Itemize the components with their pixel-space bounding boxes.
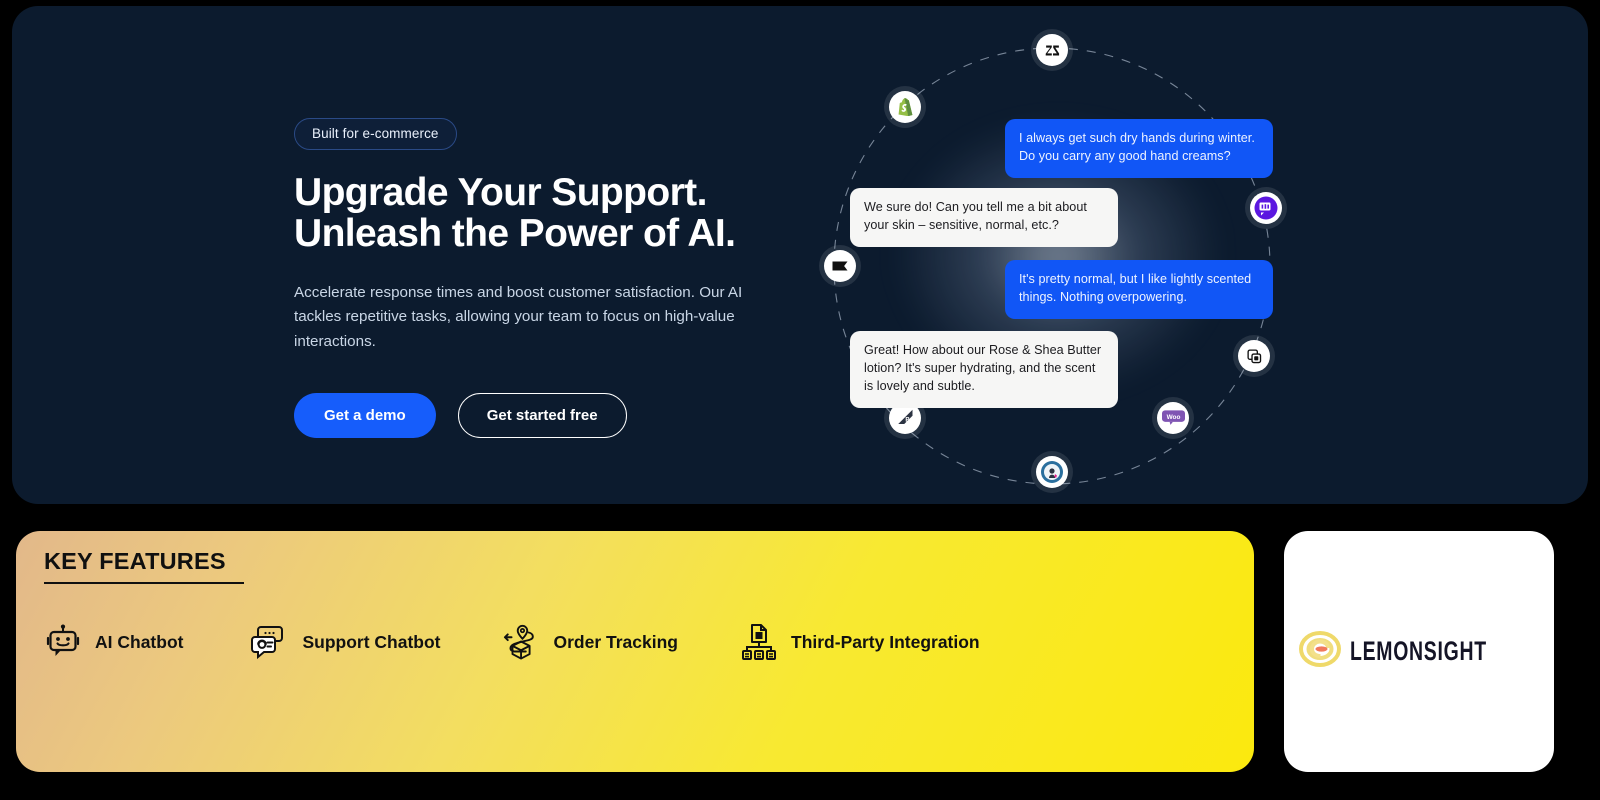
hero-subcopy: Accelerate response times and boost cust… [294,283,743,350]
integration-orbit: B Woo I always get such dry hands during… [812,6,1312,504]
key-features-underline [44,582,244,584]
svg-text:B: B [905,417,910,423]
feature-label: Order Tracking [553,631,679,652]
feature-list: AI Chatbot Support Chatbot Order Trackin… [44,623,980,661]
page-root: Built for e-commerce Upgrade Your Suppor… [0,0,1600,800]
chat-headset-icon [251,623,289,661]
hero-copy-block: Built for e-commerce Upgrade Your Suppor… [294,118,794,438]
key-features-panel: KEY FEATURES AI Chatbot Support Chatbot … [16,531,1254,772]
feature-item-order-tracking[interactable]: Order Tracking [503,623,679,661]
brand-logo-card: LEMONSIGHT [1284,531,1554,772]
chat-bubble-user-2: It's pretty normal, but I like lightly s… [1005,260,1273,319]
orbit-node-intercom[interactable] [1250,192,1282,224]
orbit-dashed-circle [833,47,1271,485]
shopify-icon [898,98,912,116]
woocommerce-icon: Woo [1161,410,1185,425]
get-a-demo-button[interactable]: Get a demo [294,392,436,438]
feature-label: Third-Party Integration [791,631,980,652]
chat-bubble-user-1: I always get such dry hands during winte… [1005,119,1273,178]
feature-item-support-chatbot[interactable]: Support Chatbot [251,623,441,661]
key-features-title: KEY FEATURES [44,548,226,574]
chat-bubble-bot-2: Great! How about our Rose & Shea Butter … [850,331,1118,408]
orbit-node-ecwid[interactable] [1238,340,1270,372]
cta-row: Get a demo Get started free [294,392,794,438]
orbit-node-zendesk[interactable] [1036,34,1068,66]
magento-icon [1041,461,1063,483]
badge-built-for-ecommerce: Built for e-commerce [294,118,457,150]
get-started-free-button[interactable]: Get started free [457,392,627,438]
brand-logo: LEMONSIGHT [1298,628,1540,675]
headline-line-1: Upgrade Your Support. [294,171,707,214]
ecwid-icon [1246,348,1261,363]
zendesk-icon [1045,45,1059,55]
package-route-icon [503,623,541,661]
robot-icon [44,623,82,661]
headline-line-2: Unleash the Power of AI. [294,212,736,256]
brand-name: LEMONSIGHT [1349,636,1487,666]
lemon-swirl-icon [1298,628,1341,675]
feature-label: AI Chatbot [95,631,184,652]
feature-item-third-party-integration[interactable]: Third-Party Integration [740,623,980,661]
integration-hierarchy-icon [740,623,778,661]
hero-card: Built for e-commerce Upgrade Your Suppor… [12,6,1588,504]
intercom-icon [1254,196,1278,220]
bigcartel-icon [832,261,848,271]
orbit-node-woocommerce[interactable]: Woo [1157,402,1189,434]
page-title: Upgrade Your Support. Unleash the Power … [294,172,794,255]
feature-item-ai-chatbot[interactable]: AI Chatbot [44,623,183,661]
orbit-node-shopify[interactable] [889,91,921,123]
feature-label: Support Chatbot [302,631,441,652]
bigcommerce-icon: B [898,409,913,424]
chat-bubble-bot-1: We sure do! Can you tell me a bit about … [850,188,1118,247]
orbit-node-magento[interactable] [1036,456,1068,488]
svg-text:Woo: Woo [1166,414,1180,421]
orbit-node-bigcartel[interactable] [824,250,856,282]
